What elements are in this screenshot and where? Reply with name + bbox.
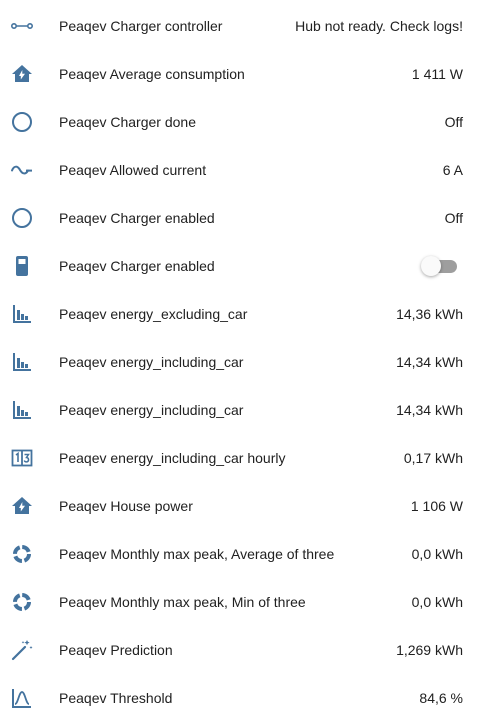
- entity-state: 1 411 W: [411, 66, 463, 82]
- entity-name: Peaqev Monthly max peak, Min of three: [59, 594, 306, 610]
- chart-histogram-icon: [10, 350, 34, 374]
- entity-row-charger-enabled-sensor[interactable]: Peaqev Charger enabled Off: [0, 194, 477, 242]
- entity-name: Peaqev energy_excluding_car: [59, 306, 248, 322]
- entity-list: Peaqev Charger controller Hub not ready.…: [0, 0, 477, 721]
- entity-state: 14,34 kWh: [396, 402, 463, 418]
- entity-name: Peaqev Allowed current: [59, 162, 207, 178]
- ev-station-icon: [10, 254, 34, 278]
- entity-state: 0,17 kWh: [403, 450, 463, 466]
- entity-name: Peaqev energy_including_car: [59, 402, 244, 418]
- entity-row-monthly-max-peak-average[interactable]: Peaqev Monthly max peak, Average of thre…: [0, 530, 477, 578]
- entity-state: 1 106 W: [410, 498, 463, 514]
- entity-state: Off: [444, 210, 463, 226]
- entity-row-threshold[interactable]: Peaqev Threshold 84,6 %: [0, 674, 477, 721]
- entity-name: Peaqev Average consumption: [59, 66, 245, 82]
- entity-name: Peaqev energy_including_car hourly: [59, 450, 286, 466]
- home-lightning-bolt-icon: [10, 494, 34, 518]
- entity-state: 0,0 kWh: [411, 546, 463, 562]
- entity-name: Peaqev Charger done: [59, 114, 196, 130]
- entity-row-charger-done[interactable]: Peaqev Charger done Off: [0, 98, 477, 146]
- chart-histogram-icon: [10, 398, 34, 422]
- entity-name: Peaqev Prediction: [59, 642, 173, 658]
- entity-name: Peaqev energy_including_car: [59, 354, 244, 370]
- magic-wand-icon: [10, 638, 34, 662]
- circle-outline-icon: [10, 110, 34, 134]
- entity-row-energy-excluding-car[interactable]: Peaqev energy_excluding_car 14,36 kWh: [0, 290, 477, 338]
- chart-histogram-icon: [10, 302, 34, 326]
- entity-row-energy-including-car-hourly[interactable]: Peaqev energy_including_car hourly 0,17 …: [0, 434, 477, 482]
- entity-row-house-power[interactable]: Peaqev House power 1 106 W: [0, 482, 477, 530]
- circle-outline-icon: [10, 206, 34, 230]
- entity-row-charger-controller[interactable]: Peaqev Charger controller Hub not ready.…: [0, 2, 477, 50]
- entity-row-energy-including-car[interactable]: Peaqev energy_including_car 14,34 kWh: [0, 338, 477, 386]
- entity-state: 0,0 kWh: [411, 594, 463, 610]
- entity-name: Peaqev Threshold: [59, 690, 173, 706]
- entity-state: Hub not ready. Check logs!: [295, 18, 463, 34]
- entity-row-energy-including-car-2[interactable]: Peaqev energy_including_car 14,34 kWh: [0, 386, 477, 434]
- charger-enabled-toggle[interactable]: [421, 256, 459, 276]
- toggle-thumb: [421, 256, 441, 276]
- entity-state: 1,269 kWh: [396, 642, 463, 658]
- entity-name: Peaqev Monthly max peak, Average of thre…: [59, 546, 335, 562]
- entity-row-allowed-current[interactable]: Peaqev Allowed current 6 A: [0, 146, 477, 194]
- entity-row-charger-enabled-switch[interactable]: Peaqev Charger enabled: [0, 242, 477, 290]
- home-lightning-bolt-icon: [10, 62, 34, 86]
- entity-state: Off: [444, 114, 463, 130]
- entity-name: Peaqev Charger enabled: [59, 258, 215, 274]
- entity-name: Peaqev Charger enabled: [59, 210, 215, 226]
- chart-bell-curve-icon: [10, 686, 34, 710]
- sine-wave-icon: [10, 158, 34, 182]
- chart-donut-icon: [10, 542, 34, 566]
- entity-name: Peaqev House power: [59, 498, 193, 514]
- ray-start-end-icon: [10, 14, 34, 38]
- entity-state: 6 A: [442, 162, 463, 178]
- entity-row-prediction[interactable]: Peaqev Prediction 1,269 kWh: [0, 626, 477, 674]
- entity-state: 14,34 kWh: [396, 354, 463, 370]
- chart-donut-icon: [10, 590, 34, 614]
- counter-icon: [10, 446, 34, 470]
- entity-row-monthly-max-peak-min[interactable]: Peaqev Monthly max peak, Min of three 0,…: [0, 578, 477, 626]
- entity-row-average-consumption[interactable]: Peaqev Average consumption 1 411 W: [0, 50, 477, 98]
- entity-name: Peaqev Charger controller: [59, 18, 223, 34]
- entity-state: 84,6 %: [419, 690, 463, 706]
- entity-state: 14,36 kWh: [396, 306, 463, 322]
